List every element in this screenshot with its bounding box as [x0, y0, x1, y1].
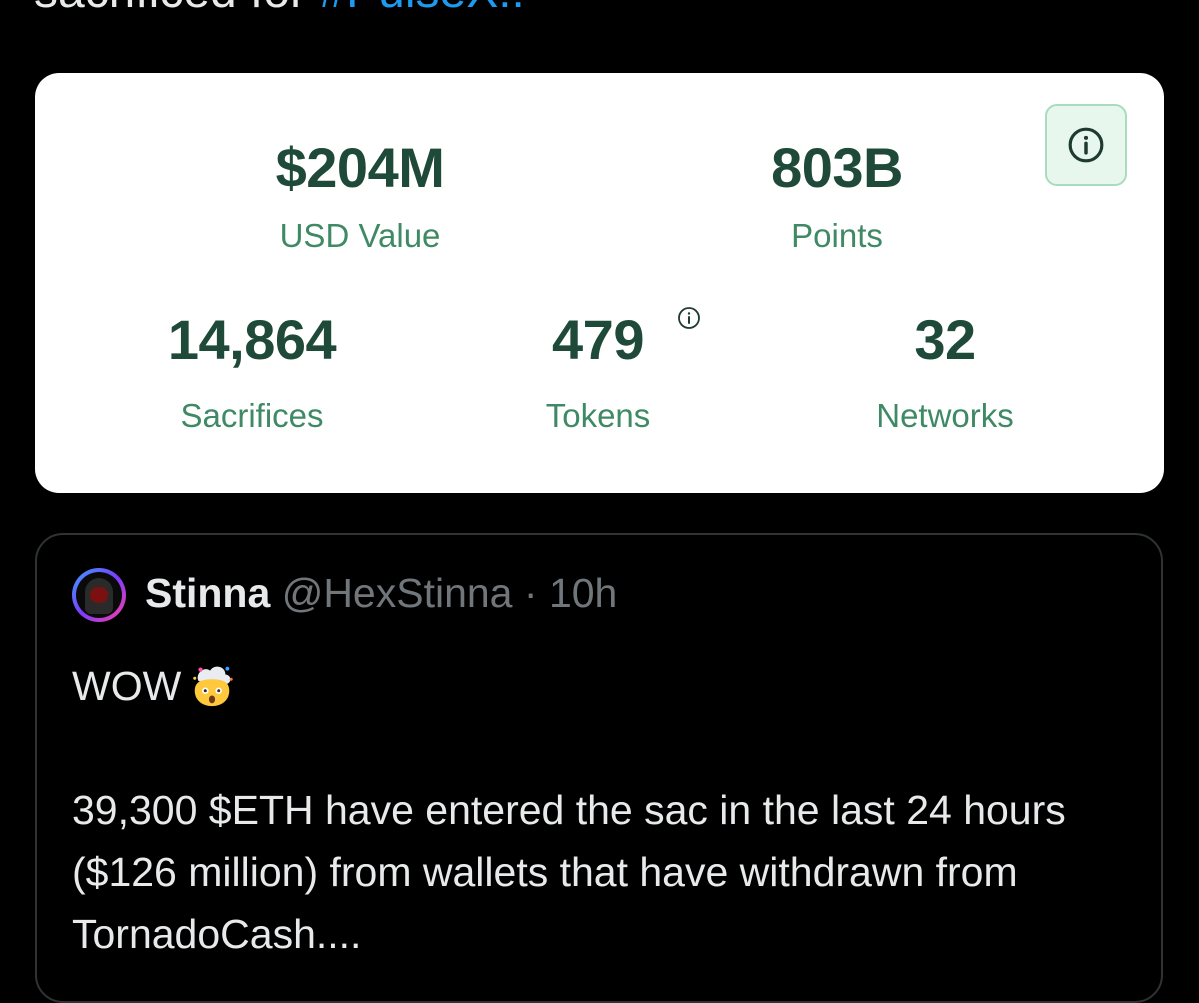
points-number: 803B: [771, 136, 903, 199]
separator: ·: [512, 570, 549, 616]
tweet-blank-line: [72, 717, 1152, 779]
networks-number: 32: [914, 308, 976, 371]
networks-label: Networks: [876, 397, 1014, 434]
header-text: sacrificed for: [34, 0, 319, 18]
tweet-wow-text: WOW: [72, 663, 182, 709]
partial-header-text: sacrificed for #PulseX!!: [34, 0, 525, 16]
hooded-figure-avatar-icon: [76, 572, 122, 618]
stat-usd-value: $204M USD Value: [275, 136, 445, 254]
hashtag-link[interactable]: #PulseX!!: [319, 0, 524, 18]
info-button[interactable]: [1045, 104, 1127, 186]
info-circle-icon: [1068, 127, 1104, 163]
sacrifices-label: Sacrifices: [180, 397, 324, 434]
tweet-time[interactable]: 10h: [549, 570, 617, 616]
stat-points: 803B Points: [771, 136, 903, 254]
sacrifices-number: 14,864: [167, 308, 337, 371]
stats-card: $204M USD Value 803B Points 14,864 Sacri…: [35, 73, 1164, 493]
author-name[interactable]: Stinna: [145, 570, 270, 616]
points-label: Points: [791, 217, 883, 254]
tweet-body: WOW 39,300 $ETH have entered the sac in …: [72, 655, 1152, 965]
author-handle[interactable]: @HexStinna: [282, 570, 513, 616]
tokens-number: 479: [552, 308, 644, 371]
tokens-label: Tokens: [545, 397, 651, 434]
exploding-head-emoji-icon: [193, 666, 233, 707]
quoted-tweet[interactable]: Stinna @HexStinna · 10h WOW 39,300 $ETH …: [35, 533, 1163, 1003]
usd-value-label: USD Value: [279, 217, 441, 254]
author-line: Stinna @HexStinna · 10h: [145, 573, 617, 614]
tweet-main-text: 39,300 $ETH have entered the sac in the …: [72, 787, 1066, 957]
avatar[interactable]: [72, 568, 126, 622]
stat-sacrifices: 14,864 Sacrifices: [167, 308, 337, 434]
stat-networks: 32 Networks: [876, 308, 1014, 434]
tweet-first-line: WOW: [72, 655, 1152, 717]
stat-tokens: 479 Tokens: [545, 308, 651, 434]
usd-value-number: $204M: [275, 136, 445, 199]
tokens-info-icon[interactable]: [677, 306, 701, 330]
